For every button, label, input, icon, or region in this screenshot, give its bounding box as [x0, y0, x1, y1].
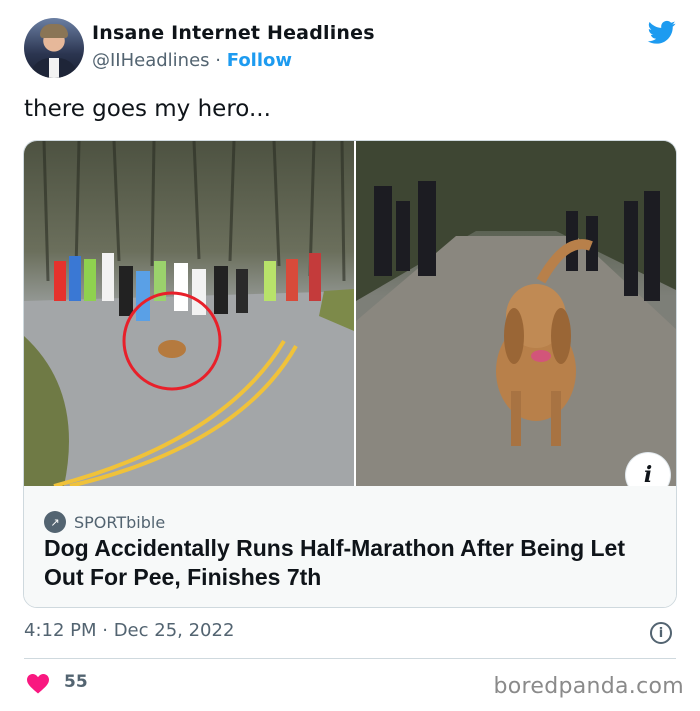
- author-avatar[interactable]: [24, 18, 84, 78]
- author-handle[interactable]: @IIHeadlines: [92, 50, 210, 71]
- link-card[interactable]: i ↗ SPORTbible Dog Accidentally Runs Hal…: [23, 140, 677, 608]
- separator-dot: ·: [215, 50, 222, 71]
- card-photos: i: [24, 141, 676, 497]
- author-handle-row: @IIHeadlines · Follow: [92, 50, 292, 71]
- link-icon: ↗: [44, 511, 66, 533]
- like-count[interactable]: 55: [64, 672, 88, 692]
- card-source: ↗ SPORTbible: [44, 511, 165, 533]
- heart-icon[interactable]: [26, 672, 50, 694]
- watermark: boredpanda.com: [493, 674, 684, 699]
- info-icon[interactable]: i: [650, 622, 672, 644]
- twitter-bird-icon[interactable]: [646, 18, 678, 46]
- tweet-text: there goes my hero...: [24, 96, 271, 122]
- author-name[interactable]: Insane Internet Headlines: [92, 22, 375, 44]
- card-headline[interactable]: Dog Accidentally Runs Half-Marathon Afte…: [44, 534, 664, 592]
- marathon-photo: [24, 141, 354, 486]
- follow-button[interactable]: Follow: [227, 50, 292, 71]
- card-meta: ↗ SPORTbible Dog Accidentally Runs Half-…: [24, 486, 676, 607]
- divider: [24, 658, 676, 659]
- tweet-timestamp[interactable]: 4:12 PM · Dec 25, 2022: [24, 620, 234, 641]
- card-source-label: SPORTbible: [74, 512, 166, 532]
- bloodhound-photo: [356, 141, 676, 486]
